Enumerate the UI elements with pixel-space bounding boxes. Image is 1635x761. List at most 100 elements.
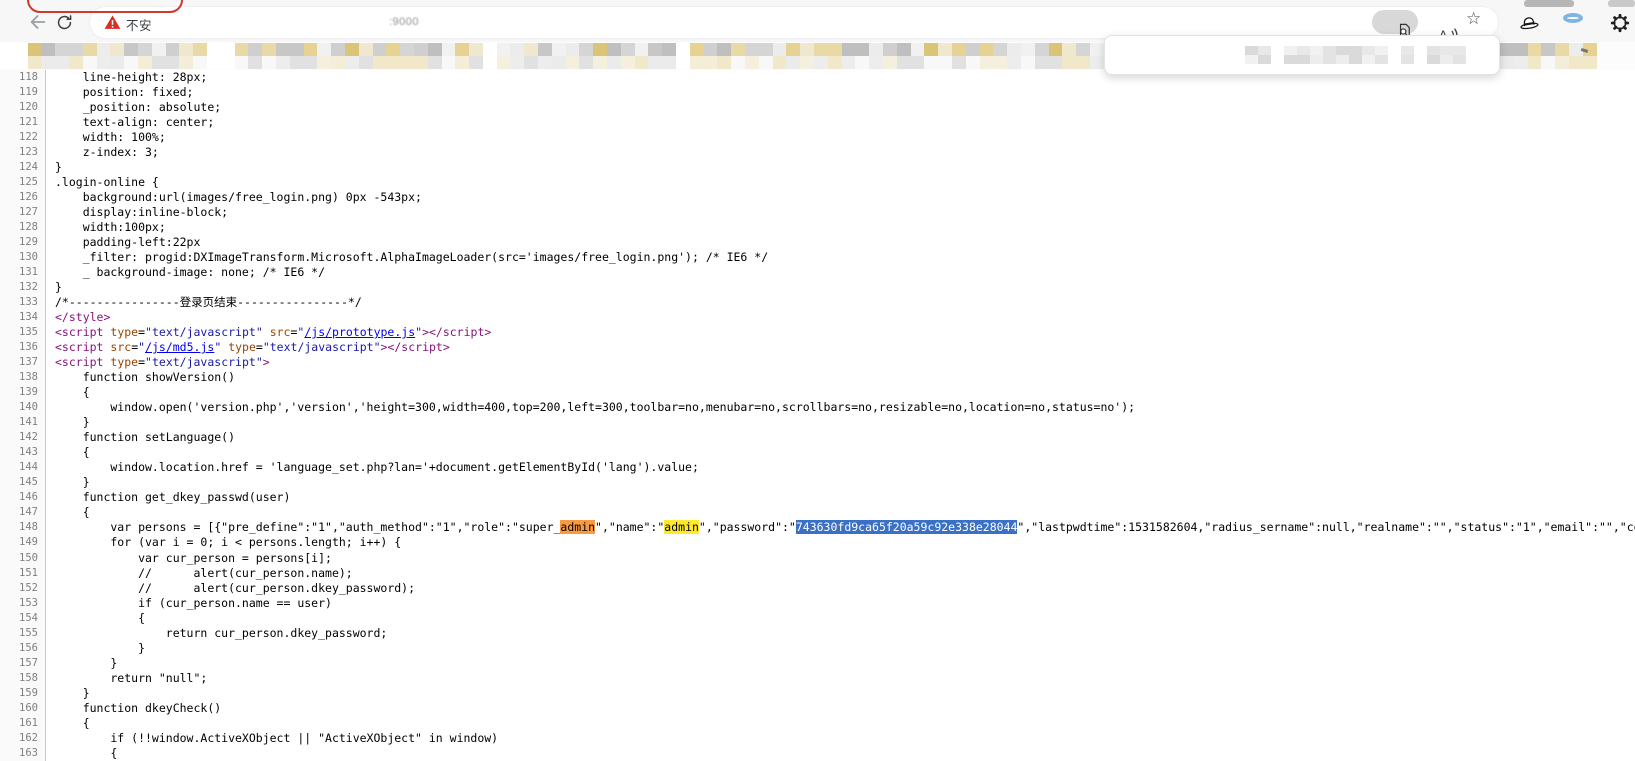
source-code-text: display:inline-block; [46, 205, 1635, 220]
background-tab-top[interactable] [1608, 0, 1635, 7]
line-number: 152 [0, 581, 46, 596]
line-number: 127 [0, 205, 46, 220]
source-line: 126 background:url(images/free_login.png… [0, 190, 1635, 205]
line-number: 150 [0, 551, 46, 566]
source-line: 128 width:100px; [0, 220, 1635, 235]
line-number: 145 [0, 475, 46, 490]
line-number: 135 [0, 325, 46, 340]
hat-extension-button[interactable] [1515, 9, 1543, 37]
source-line: 160 function dkeyCheck() [0, 701, 1635, 716]
source-line: 149 for (var i = 0; i < persons.length; … [0, 535, 1635, 550]
source-link[interactable]: /js/md5.js [145, 340, 214, 354]
line-number: 121 [0, 115, 46, 130]
source-code-text: { [46, 505, 1635, 520]
source-code-text: function showVersion() [46, 370, 1635, 385]
source-line: 152 // alert(cur_person.dkey_password); [0, 581, 1635, 596]
line-number: 130 [0, 250, 46, 265]
redacted-bookmarks-mosaic [1500, 43, 1597, 69]
source-line: 145 } [0, 475, 1635, 490]
source-line: 129 padding-left:22px [0, 235, 1635, 250]
source-line: 153 if (cur_person.name == user) [0, 596, 1635, 611]
view-source-content: 118 line-height: 28px;119 position: fixe… [0, 70, 1635, 761]
line-number: 151 [0, 566, 46, 581]
line-number: 142 [0, 430, 46, 445]
line-number: 139 [0, 385, 46, 400]
source-code-text: } [46, 656, 1635, 671]
line-number: 162 [0, 731, 46, 746]
line-number: 129 [0, 235, 46, 250]
source-line: 147 { [0, 505, 1635, 520]
source-code-text: } [46, 475, 1635, 490]
source-code-text: .login-online { [46, 175, 1635, 190]
background-tab-top[interactable] [1524, 0, 1574, 7]
source-line: 156 } [0, 641, 1635, 656]
source-code-text: } [46, 280, 1635, 295]
source-line: 146 function get_dkey_passwd(user) [0, 490, 1635, 505]
source-line: 137<script type="text/javascript"> [0, 355, 1635, 370]
source-link[interactable]: /js/prototype.js [304, 325, 415, 339]
source-line: 119 position: fixed; [0, 85, 1635, 100]
line-number: 140 [0, 400, 46, 415]
source-code-text: } [46, 686, 1635, 701]
source-code-text: position: fixed; [46, 85, 1635, 100]
line-number: 154 [0, 611, 46, 626]
line-number: 149 [0, 535, 46, 550]
line-number: 125 [0, 175, 46, 190]
profile-avatar-ring[interactable] [1563, 13, 1583, 23]
read-aloud-button[interactable]: A [1422, 10, 1450, 38]
gear-extension-button[interactable] [1606, 9, 1634, 37]
find-match-active: admin [560, 520, 595, 534]
source-line: 155 return cur_person.dkey_password; [0, 626, 1635, 641]
source-code-text: width:100px; [46, 220, 1635, 235]
line-number: 122 [0, 130, 46, 145]
line-number: 118 [0, 70, 46, 85]
source-code-text: // alert(cur_person.name); [46, 566, 1635, 581]
refresh-icon [55, 13, 74, 32]
source-code-text: <script type="text/javascript" src="/js/… [46, 325, 1635, 340]
source-code-text: if (cur_person.name == user) [46, 596, 1635, 611]
source-line: 130 _filter: progid:DXImageTransform.Mic… [0, 250, 1635, 265]
source-line: 148 var persons = [{"pre_define":"1","au… [0, 520, 1635, 535]
source-line: 125.login-online { [0, 175, 1635, 190]
source-line: 163 { [0, 746, 1635, 761]
source-line: 122 width: 100%; [0, 130, 1635, 145]
source-code-text: window.location.href = 'language_set.php… [46, 460, 1635, 475]
source-code-text: function setLanguage() [46, 430, 1635, 445]
source-code-text: for (var i = 0; i < persons.length; i++)… [46, 535, 1635, 550]
line-number: 137 [0, 355, 46, 370]
line-number: 163 [0, 746, 46, 761]
source-line: 138 function showVersion() [0, 370, 1635, 385]
source-line: 140 window.open('version.php','version',… [0, 400, 1635, 415]
source-code-text: { [46, 611, 1635, 626]
source-line: 131 _ background-image: none; /* IE6 */ [0, 265, 1635, 280]
source-code-text: } [46, 641, 1635, 656]
redacted-find-content-mosaic [1245, 46, 1479, 64]
search-in-source-button[interactable] [1372, 10, 1418, 34]
line-number: 148 [0, 520, 46, 535]
source-code-text: padding-left:22px [46, 235, 1635, 250]
source-line: 143 { [0, 445, 1635, 460]
selected-text: 743630fd9ca65f20a59c92e338e28044 [796, 520, 1018, 534]
line-number: 146 [0, 490, 46, 505]
line-number: 126 [0, 190, 46, 205]
source-code-text: function get_dkey_passwd(user) [46, 490, 1635, 505]
source-code-text: <script type="text/javascript"> [46, 355, 1635, 370]
line-number: 119 [0, 85, 46, 100]
source-code-text: } [46, 160, 1635, 175]
source-line: 150 var cur_person = persons[i]; [0, 551, 1635, 566]
line-number: 159 [0, 686, 46, 701]
url-port-fragment: :9000 [389, 16, 419, 28]
source-code-text: /*----------------登录页结束----------------*… [46, 295, 1635, 310]
line-number: 158 [0, 671, 46, 686]
source-line: 120 _position: absolute; [0, 100, 1635, 115]
source-code-text: background:url(images/free_login.png) 0p… [46, 190, 1635, 205]
line-number: 128 [0, 220, 46, 235]
line-number: 123 [0, 145, 46, 160]
line-number: 147 [0, 505, 46, 520]
line-number: 143 [0, 445, 46, 460]
line-number: 153 [0, 596, 46, 611]
source-code-text: text-align: center; [46, 115, 1635, 130]
find-on-page-panel[interactable] [1104, 35, 1500, 75]
address-bar[interactable]: 不安 :9000 A ☆ [90, 7, 1498, 38]
favorite-star-icon[interactable]: ☆ [1460, 8, 1487, 30]
